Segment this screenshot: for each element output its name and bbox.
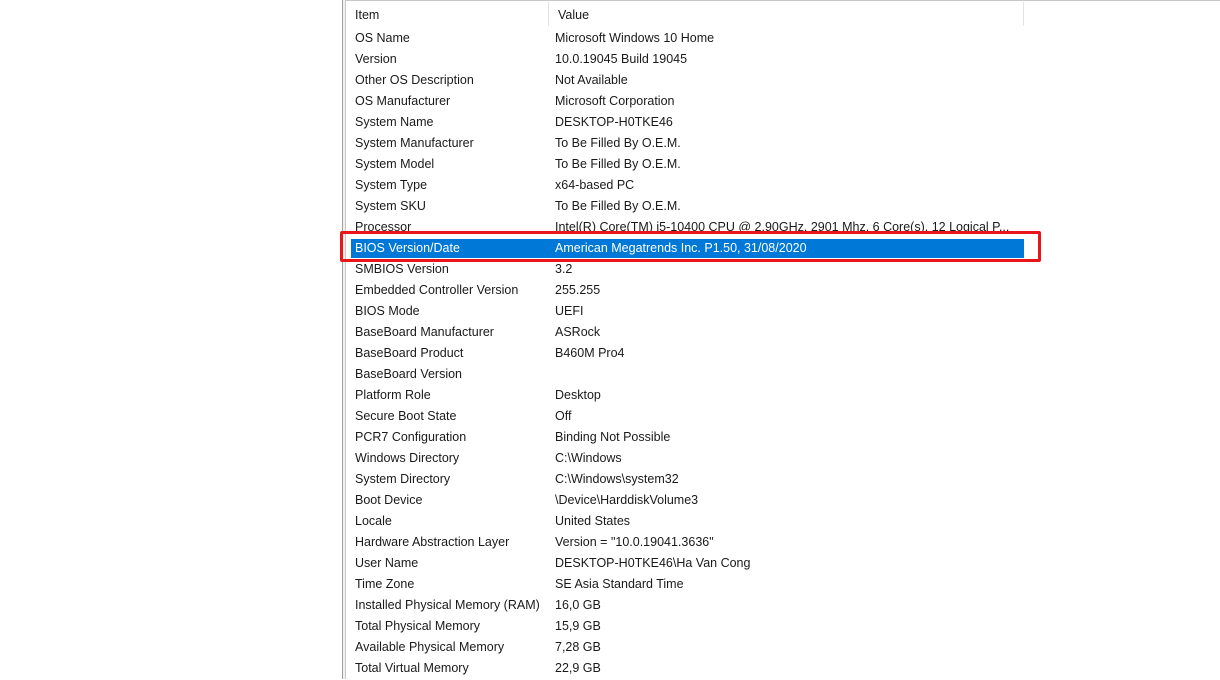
row-item-label: System Directory (355, 472, 451, 486)
row-item-label: Windows Directory (355, 451, 460, 465)
row-item-label: Available Physical Memory (355, 640, 505, 654)
row-value-text: 16,0 GB (555, 598, 601, 612)
row-item-label: SMBIOS Version (355, 262, 449, 276)
list-row[interactable]: Embedded Controller Version 255.255 (346, 280, 1220, 301)
row-item-label: Version (355, 52, 397, 66)
row-value-text: SE Asia Standard Time (555, 577, 684, 591)
row-value-text: American Megatrends Inc. P1.50, 31/08/20… (555, 241, 807, 255)
row-value-text: United States (555, 514, 631, 528)
list-row[interactable]: OS Name Microsoft Windows 10 Home (346, 28, 1220, 49)
row-value-text: Binding Not Possible (555, 430, 671, 444)
row-item-label: Boot Device (355, 493, 423, 507)
row-item-label: BaseBoard Version (355, 367, 463, 381)
list-row[interactable]: Hardware Abstraction Layer Version = "10.… (346, 532, 1220, 553)
row-value-text: ASRock (555, 325, 601, 339)
list-row[interactable]: BIOS Version/Date American Megatrends Inc… (346, 238, 1220, 259)
list-row[interactable]: Version 10.0.19045 Build 19045 (346, 49, 1220, 70)
list-row[interactable]: OS Manufacturer Microsoft Corporation (346, 91, 1220, 112)
row-value-text: x64-based PC (555, 178, 635, 192)
list-row[interactable]: Installed Physical Memory (RAM) 16,0 GB (346, 595, 1220, 616)
system-summary-list[interactable]: Item Value OS Name Microsoft Windows 10 H… (346, 0, 1220, 680)
list-rows: OS Name Microsoft Windows 10 Home Version 1… (346, 28, 1220, 679)
list-row[interactable]: Windows Directory C:\Windows (346, 448, 1220, 469)
row-item-label: System Model (355, 157, 435, 171)
row-value-text: Desktop (555, 388, 601, 402)
list-row[interactable]: Total Physical Memory 15,9 GB (346, 616, 1220, 637)
row-value-text: To Be Filled By O.E.M. (555, 136, 681, 150)
row-item-label: Locale (355, 514, 392, 528)
row-value-text: To Be Filled By O.E.M. (555, 157, 681, 171)
list-row[interactable]: Total Virtual Memory 22,9 GB (346, 658, 1220, 679)
row-item-label: OS Manufacturer (355, 94, 451, 108)
list-header: Item Value (346, 2, 1220, 26)
list-row[interactable]: System Type x64-based PC (346, 175, 1220, 196)
list-row[interactable]: PCR7 Configuration Binding Not Possible (346, 427, 1220, 448)
row-value-text: C:\Windows (555, 451, 622, 465)
row-value-text: \Device\HarddiskVolume3 (555, 493, 699, 507)
row-item-label: System SKU (355, 199, 426, 213)
category-tree-pane[interactable] (0, 0, 343, 679)
row-item-label: BIOS Mode (355, 304, 420, 318)
row-item-label: BIOS Version/Date (355, 241, 460, 255)
row-value-text: UEFI (555, 304, 584, 318)
list-row[interactable]: Available Physical Memory 7,28 GB (346, 637, 1220, 658)
row-item-label: System Name (355, 115, 434, 129)
row-item-label: BaseBoard Product (355, 346, 464, 360)
row-item-label: BaseBoard Manufacturer (355, 325, 494, 339)
column-header-value[interactable]: Value (549, 2, 1024, 26)
row-value-text: DESKTOP-H0TKE46\Ha Van Cong (555, 556, 751, 570)
list-row[interactable]: User Name DESKTOP-H0TKE46\Ha Van Cong (346, 553, 1220, 574)
list-row[interactable]: Processor Intel(R) Core(TM) i5-10400 CPU … (346, 217, 1220, 238)
row-item-label: Secure Boot State (355, 409, 457, 423)
row-item-label: Other OS Description (355, 73, 474, 87)
row-value-text: 22,9 GB (555, 661, 601, 675)
row-value-text: Off (555, 409, 572, 423)
list-row[interactable]: BIOS Mode UEFI (346, 301, 1220, 322)
list-row[interactable]: System Directory C:\Windows\system32 (346, 469, 1220, 490)
list-row[interactable]: System Model To Be Filled By O.E.M. (346, 154, 1220, 175)
list-row[interactable]: Platform Role Desktop (346, 385, 1220, 406)
list-row[interactable]: Time Zone SE Asia Standard Time (346, 574, 1220, 595)
list-row[interactable]: BaseBoard Product B460M Pro4 (346, 343, 1220, 364)
row-item-label: Processor (355, 220, 412, 234)
row-item-label: System Manufacturer (355, 136, 474, 150)
row-item-label: Total Physical Memory (355, 619, 481, 633)
list-row[interactable]: BaseBoard Manufacturer ASRock (346, 322, 1220, 343)
row-item-label: Hardware Abstraction Layer (355, 535, 510, 549)
list-row[interactable]: System Manufacturer To Be Filled By O.E.M… (346, 133, 1220, 154)
row-value-text: DESKTOP-H0TKE46 (555, 115, 673, 129)
row-value-text: To Be Filled By O.E.M. (555, 199, 681, 213)
row-value-text: Version = "10.0.19041.3636" (555, 535, 714, 549)
row-value-text: Intel(R) Core(TM) i5-10400 CPU @ 2.90GHz… (555, 220, 1010, 234)
list-row[interactable]: System SKU To Be Filled By O.E.M. (346, 196, 1220, 217)
list-row[interactable]: Boot Device \Device\HarddiskVolume3 (346, 490, 1220, 511)
row-value-text: B460M Pro4 (555, 346, 625, 360)
row-value-text: 3.2 (555, 262, 573, 276)
row-value-text: C:\Windows\system32 (555, 472, 679, 486)
row-value-text: Microsoft Windows 10 Home (555, 31, 715, 45)
row-value-text: 10.0.19045 Build 19045 (555, 52, 688, 66)
row-item-label: System Type (355, 178, 428, 192)
row-value-text: 7,28 GB (555, 640, 601, 654)
list-row[interactable]: SMBIOS Version 3.2 (346, 259, 1220, 280)
row-item-label: Total Virtual Memory (355, 661, 469, 675)
list-row[interactable]: Secure Boot State Off (346, 406, 1220, 427)
row-item-label: User Name (355, 556, 419, 570)
row-value-text: Microsoft Corporation (555, 94, 675, 108)
row-value-text: 255.255 (555, 283, 601, 297)
row-item-label: Embedded Controller Version (355, 283, 519, 297)
list-row[interactable]: Locale United States (346, 511, 1220, 532)
row-value-text: Not Available (555, 73, 628, 87)
row-item-label: Installed Physical Memory (RAM) (355, 598, 540, 612)
list-row[interactable]: Other OS Description Not Available (346, 70, 1220, 91)
list-row[interactable]: BaseBoard Version (346, 364, 1220, 385)
row-value-text: 15,9 GB (555, 619, 601, 633)
row-item-label: PCR7 Configuration (355, 430, 467, 444)
row-item-label: Time Zone (355, 577, 415, 591)
column-header-item[interactable]: Item (346, 2, 549, 26)
row-item-label: Platform Role (355, 388, 431, 402)
list-row[interactable]: System Name DESKTOP-H0TKE46 (346, 112, 1220, 133)
row-item-label: OS Name (355, 31, 410, 45)
